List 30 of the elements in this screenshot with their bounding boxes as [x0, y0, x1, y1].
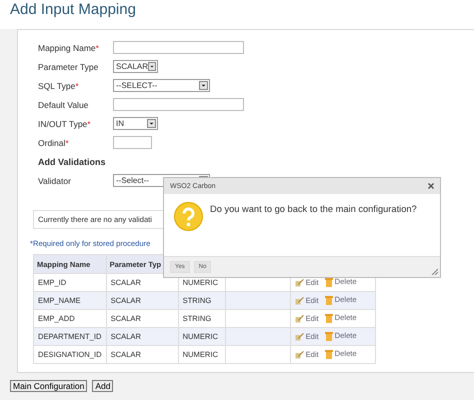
resize-grip-icon[interactable] [431, 268, 438, 275]
input-field[interactable] [113, 41, 244, 54]
dropdown[interactable]: SCALAR [113, 60, 158, 73]
footer-button[interactable]: Add [92, 380, 114, 392]
dropdown[interactable]: IN [113, 117, 158, 130]
field-label: Parameter Type [38, 62, 100, 72]
question-icon [174, 202, 203, 231]
field-label: Validator [38, 176, 72, 186]
field-label: Mapping Name* [38, 42, 100, 52]
pencil-icon [294, 296, 304, 304]
field-label: Ordinal* [38, 138, 70, 148]
trash-icon [324, 330, 333, 340]
pencil-icon [294, 332, 304, 340]
trash-icon [324, 348, 333, 358]
trash-icon [324, 276, 333, 286]
section-heading: Add Validations [38, 156, 106, 166]
field-label: Default Value [38, 100, 90, 110]
close-icon[interactable] [428, 183, 434, 189]
pencil-icon [294, 350, 304, 358]
page-title: Add Input Mapping [10, 1, 136, 18]
pencil-icon [294, 278, 304, 286]
dropdown[interactable]: --SELECT-- [113, 79, 210, 92]
trash-icon [324, 312, 333, 322]
trash-icon [324, 294, 333, 304]
input-field[interactable] [113, 98, 244, 111]
field-label: IN/OUT Type* [38, 118, 92, 128]
pencil-icon [294, 314, 304, 322]
footer-button[interactable]: Main Configuration [10, 380, 88, 392]
input-field[interactable] [113, 136, 152, 149]
field-label: SQL Type* [38, 80, 80, 90]
